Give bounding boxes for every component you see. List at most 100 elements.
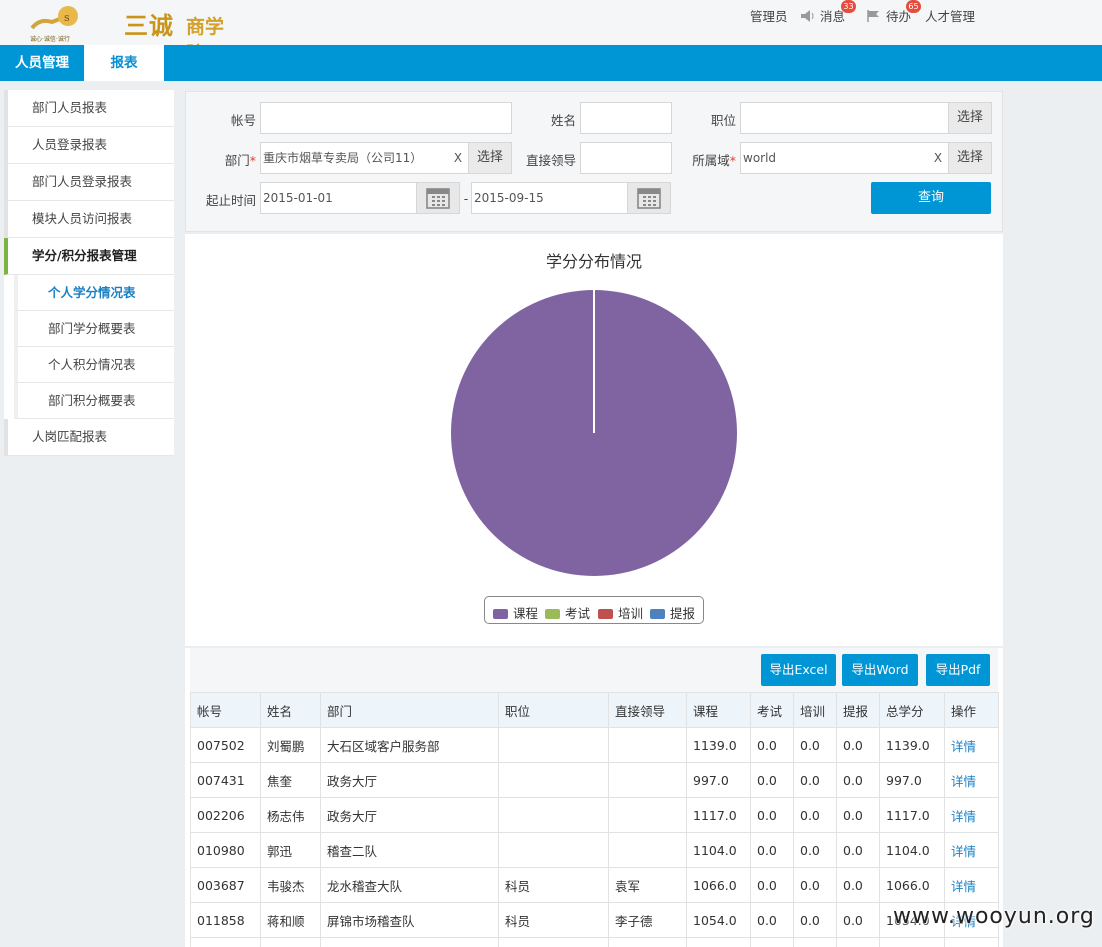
dept-clear-button[interactable]: X xyxy=(449,143,467,173)
table-cell: 详情 xyxy=(944,797,999,833)
messages-label: 消息 xyxy=(819,9,845,24)
account-input[interactable] xyxy=(260,102,512,134)
table-cell xyxy=(608,937,687,947)
dept-select-button[interactable]: 选择 xyxy=(468,142,512,174)
table-cell: 0.0 xyxy=(750,867,794,903)
sidebar-item-credit-points[interactable]: 学分/积分报表管理 xyxy=(4,238,174,275)
table-cell xyxy=(944,937,999,947)
table-cell: 0.0 xyxy=(793,867,837,903)
logo[interactable]: s 诚心·诚信·诚行 三诚 商学院 xyxy=(30,4,230,65)
table-cell: 997.0 xyxy=(879,762,945,798)
name-input[interactable] xyxy=(580,102,672,134)
legend-swatch xyxy=(545,609,560,619)
table-cell: 详情 xyxy=(944,727,999,763)
table-cell xyxy=(260,937,321,947)
table-cell: 科员 xyxy=(498,867,609,903)
position-select-button[interactable]: 选择 xyxy=(948,102,992,134)
flag-icon xyxy=(867,10,879,22)
table-cell: 稽查二队 xyxy=(320,832,499,868)
table-cell: 0.0 xyxy=(836,902,880,938)
todo-link[interactable]: 待办 xyxy=(866,6,911,25)
table-cell: 0.0 xyxy=(836,832,880,868)
admin-link[interactable]: 管理员 xyxy=(750,6,788,25)
sidebar-subitem-dept-points[interactable]: 部门积分概要表 xyxy=(14,383,174,419)
table-cell xyxy=(498,762,609,798)
table-row: 011858 蒋和顺 屏锦市场稽查队 科员 李子德 1054.0 0.0 0.0 0.0 1054… xyxy=(190,902,999,938)
table-row: 007431 焦奎 政务大厅 997.0 0.0 0.0 0.0 997.0 详情 xyxy=(190,762,999,798)
export-toolbar: 导出Excel 导出Word 导出Pdf xyxy=(190,648,998,692)
date-from-input[interactable]: 2015-01-01 xyxy=(260,182,418,214)
table-cell xyxy=(750,937,794,947)
tab-people-management[interactable]: 人员管理 xyxy=(0,45,84,81)
todo-badge: 65 xyxy=(906,0,921,13)
column-header: 职位 xyxy=(498,692,609,728)
column-header: 姓名 xyxy=(260,692,321,728)
table-cell: 1104.0 xyxy=(686,832,751,868)
sidebar-subitem-dept-credit[interactable]: 部门学分概要表 xyxy=(14,311,174,347)
table-cell: 详情 xyxy=(944,832,999,868)
legend-item-course[interactable]: 课程 xyxy=(493,603,538,622)
account-label: 帐号 xyxy=(230,113,256,128)
messages-badge: 33 xyxy=(841,0,856,13)
leader-input[interactable] xyxy=(580,142,672,174)
dept-input[interactable]: 重庆市烟草专卖局（公司11） xyxy=(260,142,470,174)
sidebar-subitem-personal-points[interactable]: 个人积分情况表 xyxy=(14,347,174,383)
main-nav: 人员管理 报表 xyxy=(0,45,1102,81)
sidebar-item-job-match[interactable]: 人岗匹配报表 xyxy=(4,419,174,456)
table-cell: 0.0 xyxy=(750,902,794,938)
sidebar-item-people-login[interactable]: 人员登录报表 xyxy=(4,127,174,164)
legend-item-training[interactable]: 培训 xyxy=(598,603,643,622)
domain-select-button[interactable]: 选择 xyxy=(948,142,992,174)
export-word-button[interactable]: 导出Word xyxy=(842,654,918,686)
table-cell: 0.0 xyxy=(750,832,794,868)
details-link[interactable]: 详情 xyxy=(951,844,976,859)
messages-link[interactable]: 消息 xyxy=(800,6,845,25)
domain-input[interactable]: world xyxy=(740,142,950,174)
table-cell: 1066.0 xyxy=(686,867,751,903)
details-link[interactable]: 详情 xyxy=(951,809,976,824)
table-cell: 政务大厅 xyxy=(320,762,499,798)
table-cell: 0.0 xyxy=(836,797,880,833)
date-to-input[interactable]: 2015-09-15 xyxy=(471,182,629,214)
details-link[interactable]: 详情 xyxy=(951,774,976,789)
date-to-calendar-button[interactable] xyxy=(627,182,671,214)
table-row xyxy=(190,937,999,947)
details-link[interactable]: 详情 xyxy=(951,879,976,894)
details-link[interactable]: 详情 xyxy=(951,739,976,754)
chart-legend: 课程 考试 培训 提报 xyxy=(484,596,704,624)
table-cell: 007502 xyxy=(190,727,261,763)
date-separator: - xyxy=(463,191,469,206)
legend-item-report[interactable]: 提报 xyxy=(650,603,695,622)
table-cell: 0.0 xyxy=(750,797,794,833)
table-cell: 1066.0 xyxy=(879,867,945,903)
legend-item-exam[interactable]: 考试 xyxy=(545,603,590,622)
export-pdf-button[interactable]: 导出Pdf xyxy=(926,654,990,686)
sidebar-item-module-access[interactable]: 模块人员访问报表 xyxy=(4,201,174,238)
sidebar-subitem-personal-credit[interactable]: 个人学分情况表 xyxy=(14,275,174,311)
table-cell xyxy=(498,797,609,833)
table-cell: 010980 xyxy=(190,832,261,868)
export-excel-button[interactable]: 导出Excel xyxy=(761,654,836,686)
table-cell xyxy=(836,937,880,947)
table-cell xyxy=(498,937,609,947)
sidebar-item-dept-people[interactable]: 部门人员报表 xyxy=(4,90,174,127)
date-from-calendar-button[interactable] xyxy=(416,182,460,214)
position-label: 职位 xyxy=(710,113,736,128)
table-cell xyxy=(498,832,609,868)
domain-clear-button[interactable]: X xyxy=(929,143,947,173)
table-cell: 郭迅 xyxy=(260,832,321,868)
column-header: 直接领导 xyxy=(608,692,687,728)
query-button[interactable]: 查询 xyxy=(871,182,991,214)
table-cell: 科员 xyxy=(498,902,609,938)
position-input[interactable] xyxy=(740,102,950,134)
legend-swatch xyxy=(598,609,613,619)
sidebar-item-dept-people-login[interactable]: 部门人员登录报表 xyxy=(4,164,174,201)
table-cell xyxy=(686,937,751,947)
domain-label-text: 所属域 xyxy=(692,153,730,168)
table-row: 002206 杨志伟 政务大厅 1117.0 0.0 0.0 0.0 1117.0 详情 xyxy=(190,797,999,833)
talent-link[interactable]: 人才管理 xyxy=(925,6,975,25)
column-header: 提报 xyxy=(836,692,880,728)
domain-label: 所属域* xyxy=(676,150,736,169)
table-cell: 焦奎 xyxy=(260,762,321,798)
tab-reports[interactable]: 报表 xyxy=(84,45,164,81)
